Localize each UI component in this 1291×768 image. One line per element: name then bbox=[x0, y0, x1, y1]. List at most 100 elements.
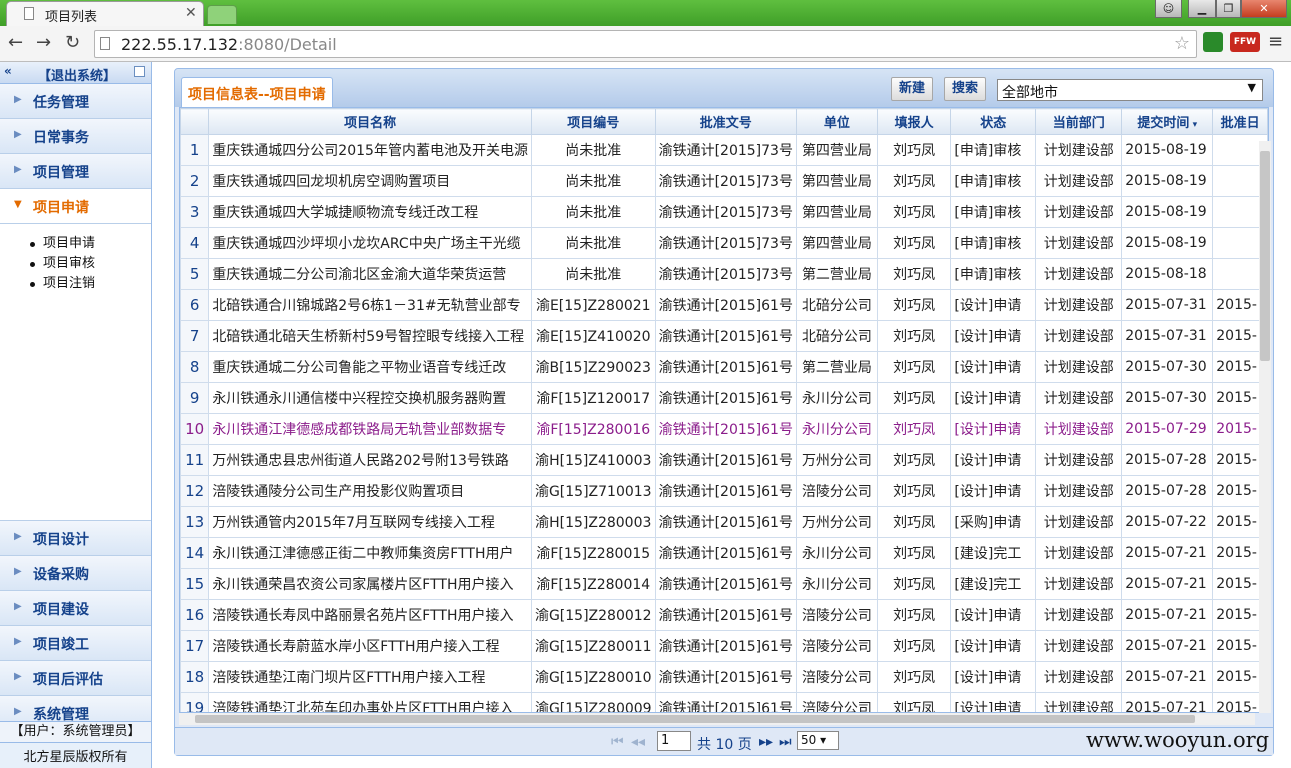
sidebar-item-review[interactable]: 项目审核 bbox=[28, 254, 151, 274]
table-row[interactable]: 2 重庆铁通城四回龙坝机房空调购置项目 尚未批准 渝铁通计[2015]73号 第四营业局… bbox=[180, 165, 1268, 197]
ffw-extension-icon[interactable]: FFW bbox=[1230, 32, 1260, 52]
cell-unit: 北碚分公司 bbox=[795, 289, 878, 321]
sidebar-section-apply[interactable]: ▼ 项目申请 bbox=[0, 189, 151, 224]
extension-icon[interactable] bbox=[1203, 32, 1223, 52]
bookmark-star-icon[interactable]: ☆ bbox=[1174, 33, 1190, 54]
table-row[interactable]: 16 涪陵铁通长寿凤中路丽景名苑片区FTTH用户接入 渝G[15]Z280012 渝铁… bbox=[180, 599, 1268, 631]
sidebar-section-daily[interactable]: ▶ 日常事务 bbox=[0, 119, 151, 154]
table-row[interactable]: 8 重庆铁通城二分公司鲁能之平物业语音专线迁改 渝B[15]Z290023 渝铁通计[… bbox=[180, 351, 1268, 383]
logout-link[interactable]: 【退出系统】 bbox=[38, 65, 116, 84]
col-header-sorted[interactable]: 提交时间 ▾ bbox=[1121, 108, 1214, 135]
reload-icon[interactable]: ↻ bbox=[65, 32, 80, 53]
row-number: 5 bbox=[180, 258, 210, 290]
sidebar-section-project[interactable]: ▶ 项目管理 bbox=[0, 154, 151, 189]
cell-user: 刘巧凤 bbox=[876, 227, 952, 259]
table-row[interactable]: 12 涪陵铁通陵分公司生产用投影仪购置项目 渝G[15]Z710013 渝铁通计[20… bbox=[180, 475, 1268, 507]
cell-status: [设计]申请 bbox=[950, 444, 1037, 476]
sidebar-section-complete[interactable]: ▶ 项目竣工 bbox=[0, 626, 151, 661]
last-page-icon[interactable]: ⏭ bbox=[779, 734, 792, 750]
col-header[interactable]: 填报人 bbox=[876, 108, 952, 135]
table-row[interactable]: 13 万州铁通管内2015年7月互联网专线接入工程 渝H[15]Z280003 渝铁通… bbox=[180, 506, 1268, 538]
table-row[interactable]: 4 重庆铁通城四沙坪坝小龙坎ARC中央广场主干光缆 尚未批准 渝铁通计[2015]73… bbox=[180, 227, 1268, 259]
table-row[interactable]: 14 永川铁通江津德感正街二中教师集资房FTTH用户 渝F[15]Z280015 渝铁… bbox=[180, 537, 1268, 569]
col-header[interactable]: 当前部门 bbox=[1035, 108, 1123, 135]
sidebar-item-cancel[interactable]: 项目注销 bbox=[28, 274, 151, 294]
cell-doc: 渝铁通计[2015]61号 bbox=[654, 351, 797, 383]
search-button[interactable]: 搜索 bbox=[944, 77, 986, 101]
cell-status: [设计]申请 bbox=[950, 382, 1037, 414]
cell-unit: 涪陵分公司 bbox=[795, 475, 878, 507]
user-icon[interactable]: ☺ bbox=[1155, 0, 1182, 18]
sidebar: « 【退出系统】 ▶ 任务管理 ▶ 日常事务 ▶ 项目管理 ▼ 项目申请 项目申请 项目… bbox=[0, 62, 152, 768]
new-tab-button[interactable] bbox=[207, 5, 237, 24]
cell-doc: 渝铁通计[2015]61号 bbox=[654, 537, 797, 569]
table-row[interactable]: 17 涪陵铁通长寿蔚蓝水岸小区FTTH用户接入工程 渝G[15]Z280011 渝铁通… bbox=[180, 630, 1268, 662]
cell-code: 渝B[15]Z290023 bbox=[530, 351, 656, 383]
menu-icon[interactable]: ≡ bbox=[1268, 31, 1283, 52]
city-select[interactable]: 全部地市 ▼ bbox=[997, 79, 1263, 101]
minimize-button[interactable]: ▁ bbox=[1188, 0, 1216, 18]
sidebar-section-design[interactable]: ▶ 项目设计 bbox=[0, 521, 151, 556]
col-header[interactable]: 单位 bbox=[795, 108, 878, 135]
new-button[interactable]: 新建 bbox=[891, 77, 933, 101]
table-row[interactable]: 1 重庆铁通城四分公司2015年管内蓄电池及开关电源 尚未批准 渝铁通计[2015]7… bbox=[180, 134, 1268, 166]
col-header[interactable]: 批准文号 bbox=[654, 108, 797, 135]
first-page-icon[interactable]: ⏮ bbox=[611, 734, 624, 750]
forward-icon[interactable]: → bbox=[36, 32, 51, 53]
table-row[interactable]: 5 重庆铁通城二分公司渝北区金渝大道华荣货运营 尚未批准 渝铁通计[2015]73号第… bbox=[180, 258, 1268, 290]
row-number: 14 bbox=[180, 537, 210, 569]
pin-icon[interactable] bbox=[134, 66, 145, 77]
prev-page-icon[interactable]: ◂◂ bbox=[631, 734, 645, 750]
arrow-right-icon: ▶ bbox=[14, 706, 22, 717]
back-icon[interactable]: ← bbox=[8, 32, 23, 53]
cell-dept: 计划建设部 bbox=[1035, 506, 1123, 538]
table-row[interactable]: 10 永川铁通江津德感成都铁路局无轨营业部数据专 渝F[15]Z280016 渝铁通计… bbox=[180, 413, 1268, 445]
close-tab-icon[interactable]: ✕ bbox=[185, 5, 197, 21]
sidebar-section-evaluate[interactable]: ▶ 项目后评估 bbox=[0, 661, 151, 696]
sidebar-section-purchase[interactable]: ▶ 设备采购 bbox=[0, 556, 151, 591]
row-number: 11 bbox=[180, 444, 210, 476]
collapse-icon[interactable]: « bbox=[4, 64, 12, 78]
row-number: 15 bbox=[180, 568, 210, 600]
cell-time: 2015-07-28 bbox=[1121, 444, 1214, 476]
cell-user: 刘巧凤 bbox=[876, 506, 952, 538]
scroll-thumb[interactable] bbox=[195, 715, 1195, 723]
table-row[interactable]: 11 万州铁通忠县忠州街道人民路202号附13号铁路 渝H[15]Z410003 渝铁… bbox=[180, 444, 1268, 476]
cell-time: 2015-08-19 bbox=[1121, 165, 1214, 197]
cell-status: [申请]审核 bbox=[950, 165, 1037, 197]
vertical-scrollbar[interactable] bbox=[1259, 141, 1271, 713]
table-row[interactable]: 15 永川铁通荣昌农资公司家属楼片区FTTH用户接入 渝F[15]Z280014 渝铁… bbox=[180, 568, 1268, 600]
table-row[interactable]: 7 北碚铁通北碚天生桥新村59号智控眼专线接入工程 渝E[15]Z410020 渝铁通… bbox=[180, 320, 1268, 352]
table-row[interactable]: 9 永川铁通永川通信楼中兴程控交换机服务器购置 渝F[15]Z120017 渝铁通计[… bbox=[180, 382, 1268, 414]
table-row[interactable]: 18 涪陵铁通垫江南门坝片区FTTH用户接入工程 渝G[15]Z280010 渝铁通计… bbox=[180, 661, 1268, 693]
sidebar-section-task[interactable]: ▶ 任务管理 bbox=[0, 84, 151, 119]
col-header[interactable]: 项目名称 bbox=[208, 108, 532, 135]
cell-name: 永川铁通江津德感成都铁路局无轨营业部数据专 bbox=[208, 413, 532, 445]
row-number: 13 bbox=[180, 506, 210, 538]
table-row[interactable]: 19 涪陵铁通垫江北苑车印办事处片区FTTH用户接入 渝G[15]Z280009 渝铁… bbox=[180, 692, 1268, 712]
next-page-icon[interactable]: ▸▸ bbox=[759, 734, 773, 750]
address-bar[interactable]: 222.55.17.132:8080/Detail ☆ bbox=[94, 30, 1197, 58]
cell-name: 重庆铁通城二分公司鲁能之平物业语音专线迁改 bbox=[208, 351, 532, 383]
horizontal-scrollbar[interactable] bbox=[179, 713, 1255, 725]
cell-user: 刘巧凤 bbox=[876, 568, 952, 600]
browser-tab[interactable]: 项目列表 ✕ bbox=[6, 1, 204, 26]
cell-status: [设计]申请 bbox=[950, 289, 1037, 321]
col-header[interactable]: 状态 bbox=[950, 108, 1037, 135]
cell-doc: 渝铁通计[2015]73号 bbox=[654, 258, 797, 290]
panel-title-tab[interactable]: 项目信息表--项目申请 bbox=[181, 77, 333, 107]
col-header[interactable]: 项目编号 bbox=[530, 108, 656, 135]
table-row[interactable]: 3 重庆铁通城四大学城捷顺物流专线迁改工程 尚未批准 渝铁通计[2015]73号 第四营… bbox=[180, 196, 1268, 228]
sidebar-item-apply[interactable]: 项目申请 bbox=[28, 234, 151, 254]
cell-status: [建设]完工 bbox=[950, 537, 1037, 569]
col-header[interactable]: 批准日 bbox=[1212, 108, 1268, 135]
close-window-button[interactable]: ✕ bbox=[1241, 0, 1287, 18]
table-row[interactable]: 6 北碚铁通合川锦城路2号6栋1－31#无轨营业部专 渝E[15]Z280021 渝铁… bbox=[180, 289, 1268, 321]
page-size-select[interactable]: 50 ▾ bbox=[797, 731, 839, 750]
row-number: 12 bbox=[180, 475, 210, 507]
maximize-button[interactable]: ❐ bbox=[1216, 0, 1241, 18]
page-input[interactable]: 1 bbox=[657, 731, 691, 751]
sidebar-section-build[interactable]: ▶ 项目建设 bbox=[0, 591, 151, 626]
arrow-right-icon: ▶ bbox=[14, 566, 22, 577]
scroll-thumb[interactable] bbox=[1260, 151, 1270, 361]
